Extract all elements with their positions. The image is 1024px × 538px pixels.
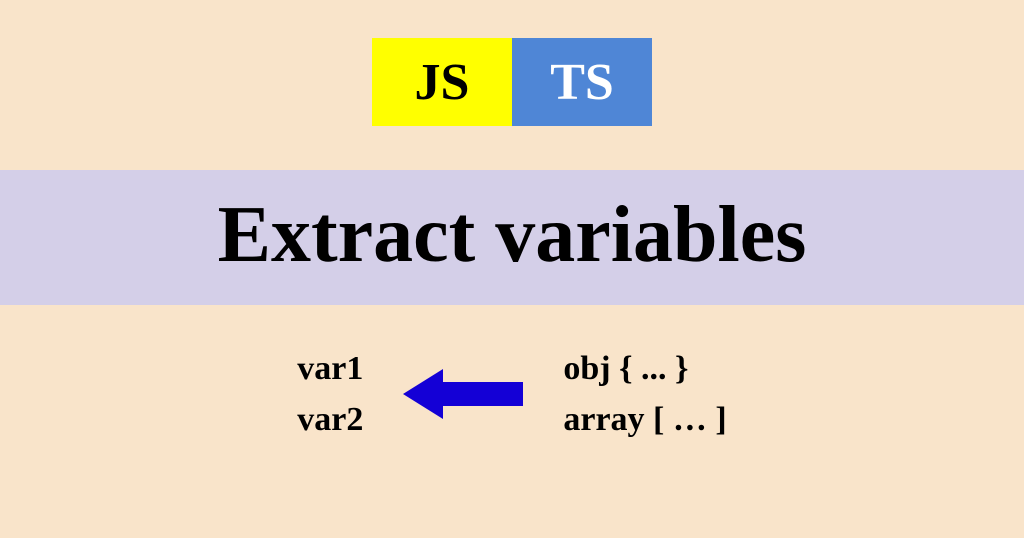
var-line-2: var2 bbox=[297, 394, 363, 445]
title-band: Extract variables bbox=[0, 170, 1024, 305]
ts-badge: TS bbox=[512, 38, 652, 126]
js-badge: JS bbox=[372, 38, 512, 126]
js-badge-label: JS bbox=[415, 53, 470, 112]
language-badges: JS TS bbox=[0, 0, 1024, 126]
arrow-left-icon bbox=[403, 364, 523, 424]
source-structures: obj { ... } array [ … ] bbox=[563, 343, 726, 445]
output-vars: var1 var2 bbox=[297, 343, 363, 445]
var-line-1: var1 bbox=[297, 343, 363, 394]
title-text: Extract variables bbox=[0, 190, 1024, 281]
obj-line: obj { ... } bbox=[563, 343, 726, 394]
array-line: array [ … ] bbox=[563, 394, 726, 445]
extract-diagram: var1 var2 obj { ... } array [ … ] bbox=[0, 343, 1024, 445]
ts-badge-label: TS bbox=[550, 53, 614, 112]
